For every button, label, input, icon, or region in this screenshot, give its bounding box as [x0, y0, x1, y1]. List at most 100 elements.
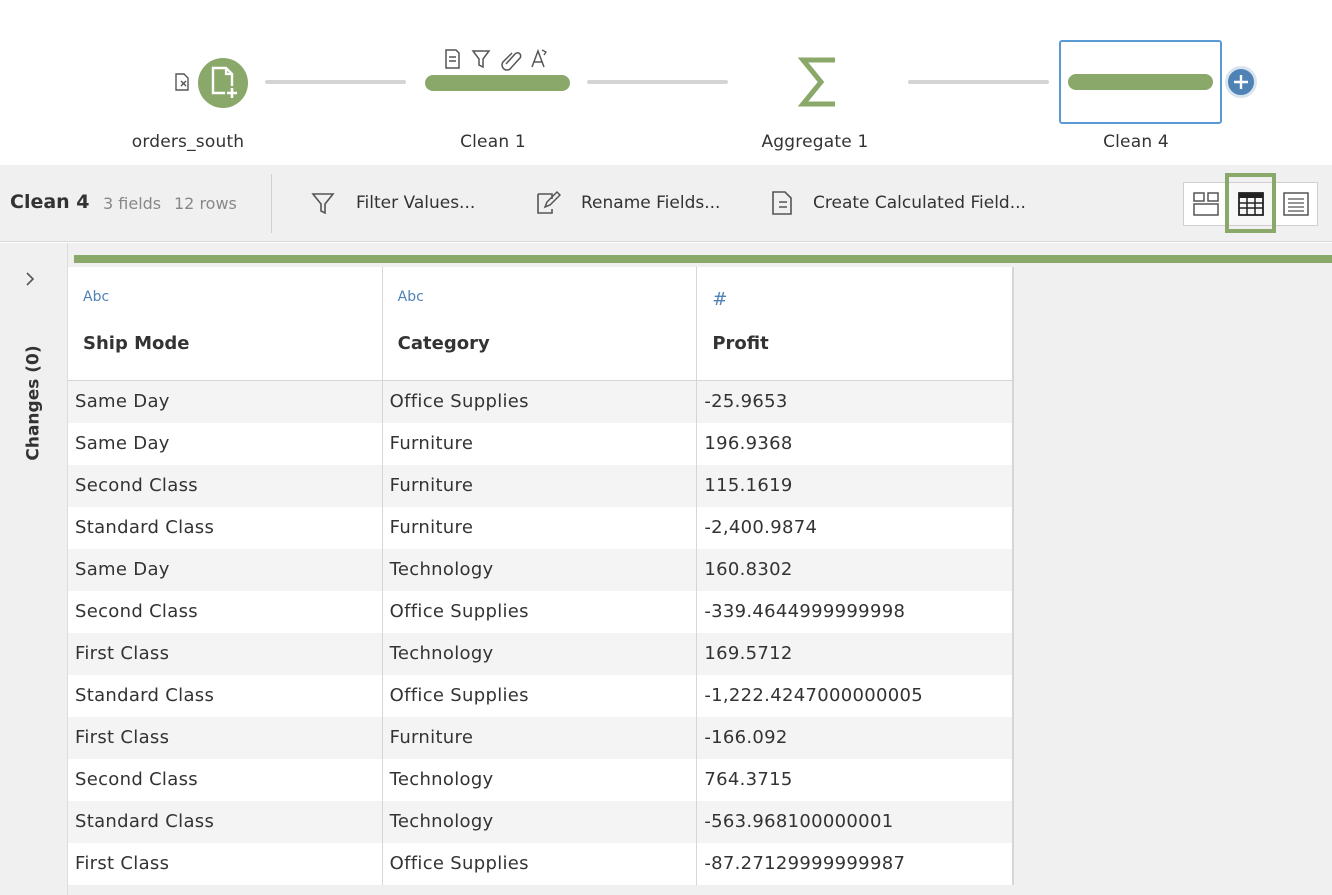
string-type-icon[interactable]: Abc: [398, 289, 683, 311]
table-cell[interactable]: 196.9368: [697, 423, 1014, 465]
table-cell[interactable]: Second Class: [68, 759, 383, 801]
field-count: 3 fields: [103, 194, 162, 213]
table-cell[interactable]: First Class: [68, 843, 383, 885]
edit-icon: [537, 190, 561, 214]
table-row: Standard Class Technology -563.96810000000…: [68, 801, 1014, 843]
table-cell[interactable]: 169.5712: [697, 633, 1014, 675]
table-row: Standard Class Office Supplies -1,222.4247…: [68, 675, 1014, 717]
table-cell[interactable]: -2,400.9874: [697, 507, 1014, 549]
flow-canvas: orders_south Clean 1 Aggregate 1 Clean 4: [0, 0, 1332, 165]
changes-panel: Changes (0): [0, 243, 68, 895]
table-cell[interactable]: Office Supplies: [383, 381, 698, 423]
table-row: First Class Office Supplies -87.2712999999…: [68, 843, 1014, 885]
data-grid: Abc Ship Mode Abc Category # Profit Same…: [68, 267, 1014, 885]
table-row: First Class Technology 169.5712: [68, 633, 1014, 675]
column-header-profit[interactable]: # Profit: [697, 267, 1014, 380]
profile-view-button[interactable]: [1184, 183, 1228, 225]
table-cell[interactable]: Office Supplies: [383, 591, 698, 633]
table-cell[interactable]: 115.1619: [697, 465, 1014, 507]
clean-node-clean-1[interactable]: [425, 75, 570, 91]
filter-icon: [311, 193, 335, 215]
table-row: Same Day Office Supplies -25.9653: [68, 381, 1014, 423]
table-cell[interactable]: Same Day: [68, 381, 383, 423]
table-cell[interactable]: Standard Class: [68, 675, 383, 717]
plus-icon: [1234, 75, 1248, 89]
table-cell[interactable]: Technology: [383, 633, 698, 675]
column-name: Category: [397, 333, 490, 354]
table-cell[interactable]: First Class: [68, 717, 383, 759]
rename-fields-button[interactable]: Rename Fields...: [535, 185, 720, 221]
node-label-clean-1: Clean 1: [460, 132, 526, 152]
step-color-strip: [74, 255, 1332, 263]
table-cell[interactable]: -339.4644999999998: [697, 591, 1014, 633]
rename-fields-label: Rename Fields...: [581, 193, 721, 213]
group-icon: [501, 52, 522, 71]
input-node-orders-south[interactable]: [198, 58, 248, 108]
table-cell[interactable]: Technology: [383, 549, 698, 591]
table-cell[interactable]: -166.092: [697, 717, 1014, 759]
table-cell[interactable]: 764.3715: [697, 759, 1014, 801]
table-cell[interactable]: -25.9653: [697, 381, 1014, 423]
active-view-highlight: [1225, 173, 1276, 233]
flow-connector: [265, 80, 406, 84]
table-cell[interactable]: Office Supplies: [383, 675, 698, 717]
table-cell[interactable]: Technology: [383, 759, 698, 801]
table-cell[interactable]: Furniture: [383, 717, 698, 759]
clean-step-icons: [440, 46, 560, 72]
filter-values-label: Filter Values...: [356, 193, 476, 213]
node-label-orders-south: orders_south: [131, 132, 245, 152]
column-header-category[interactable]: Abc Category: [382, 267, 698, 380]
calculated-field-icon: [445, 49, 460, 69]
table-cell[interactable]: First Class: [68, 633, 383, 675]
table-cell[interactable]: Furniture: [383, 507, 698, 549]
create-calculated-field-button[interactable]: Create Calculated Field...: [771, 185, 1026, 221]
profile-view-icon: [1193, 192, 1219, 216]
table-cell[interactable]: Same Day: [68, 423, 383, 465]
detail-view-button[interactable]: [1274, 183, 1318, 225]
step-toolbar: Clean 4 3 fields 12 rows Filter Values..…: [0, 165, 1332, 242]
clean-node-clean-4[interactable]: [1068, 74, 1213, 90]
table-cell[interactable]: -87.27129999999987: [697, 843, 1014, 885]
aggregate-node-sigma-icon[interactable]: [795, 52, 843, 112]
column-header-ship-mode[interactable]: Abc Ship Mode: [68, 267, 383, 380]
column-name: Ship Mode: [83, 333, 190, 354]
calculated-field-icon: [772, 191, 792, 215]
step-name: Clean 4: [10, 191, 90, 213]
node-label-aggregate-1: Aggregate 1: [761, 132, 869, 152]
flow-connector: [587, 80, 728, 84]
table-cell[interactable]: Standard Class: [68, 801, 383, 843]
rename-icon: [531, 48, 547, 68]
data-grid-area: Abc Ship Mode Abc Category # Profit Same…: [68, 243, 1332, 895]
add-step-button[interactable]: [1225, 66, 1257, 98]
table-cell[interactable]: Technology: [383, 801, 698, 843]
table-cell[interactable]: -1,222.4247000000005: [697, 675, 1014, 717]
table-row: Same Day Technology 160.8302: [68, 549, 1014, 591]
table-row: Second Class Office Supplies -339.46449999…: [68, 591, 1014, 633]
changes-label: Changes (0): [24, 345, 45, 461]
column-name: Profit: [712, 333, 769, 354]
detail-view-icon: [1283, 192, 1309, 216]
remove-input-icon[interactable]: [172, 72, 192, 92]
table-cell[interactable]: -563.968100000001: [697, 801, 1014, 843]
table-cell[interactable]: Second Class: [68, 591, 383, 633]
table-cell[interactable]: Furniture: [383, 423, 698, 465]
filter-values-button[interactable]: Filter Values...: [310, 185, 475, 221]
table-cell[interactable]: Furniture: [383, 465, 698, 507]
string-type-icon[interactable]: Abc: [83, 289, 368, 311]
number-type-icon[interactable]: #: [712, 289, 998, 311]
toolbar-divider: [271, 174, 272, 233]
chevron-right-icon[interactable]: [22, 271, 38, 287]
grid-header-row: Abc Ship Mode Abc Category # Profit: [68, 267, 1014, 381]
flow-connector: [908, 80, 1049, 84]
node-label-clean-4: Clean 4: [1103, 132, 1169, 152]
table-row: Second Class Furniture 115.1619: [68, 465, 1014, 507]
table-row: Second Class Technology 764.3715: [68, 759, 1014, 801]
changes-toggle[interactable]: Changes (0): [14, 343, 54, 463]
table-cell[interactable]: Standard Class: [68, 507, 383, 549]
table-row: First Class Furniture -166.092: [68, 717, 1014, 759]
table-cell[interactable]: Second Class: [68, 465, 383, 507]
table-cell[interactable]: Office Supplies: [383, 843, 698, 885]
table-cell[interactable]: Same Day: [68, 549, 383, 591]
table-row: Standard Class Furniture -2,400.9874: [68, 507, 1014, 549]
table-cell[interactable]: 160.8302: [697, 549, 1014, 591]
